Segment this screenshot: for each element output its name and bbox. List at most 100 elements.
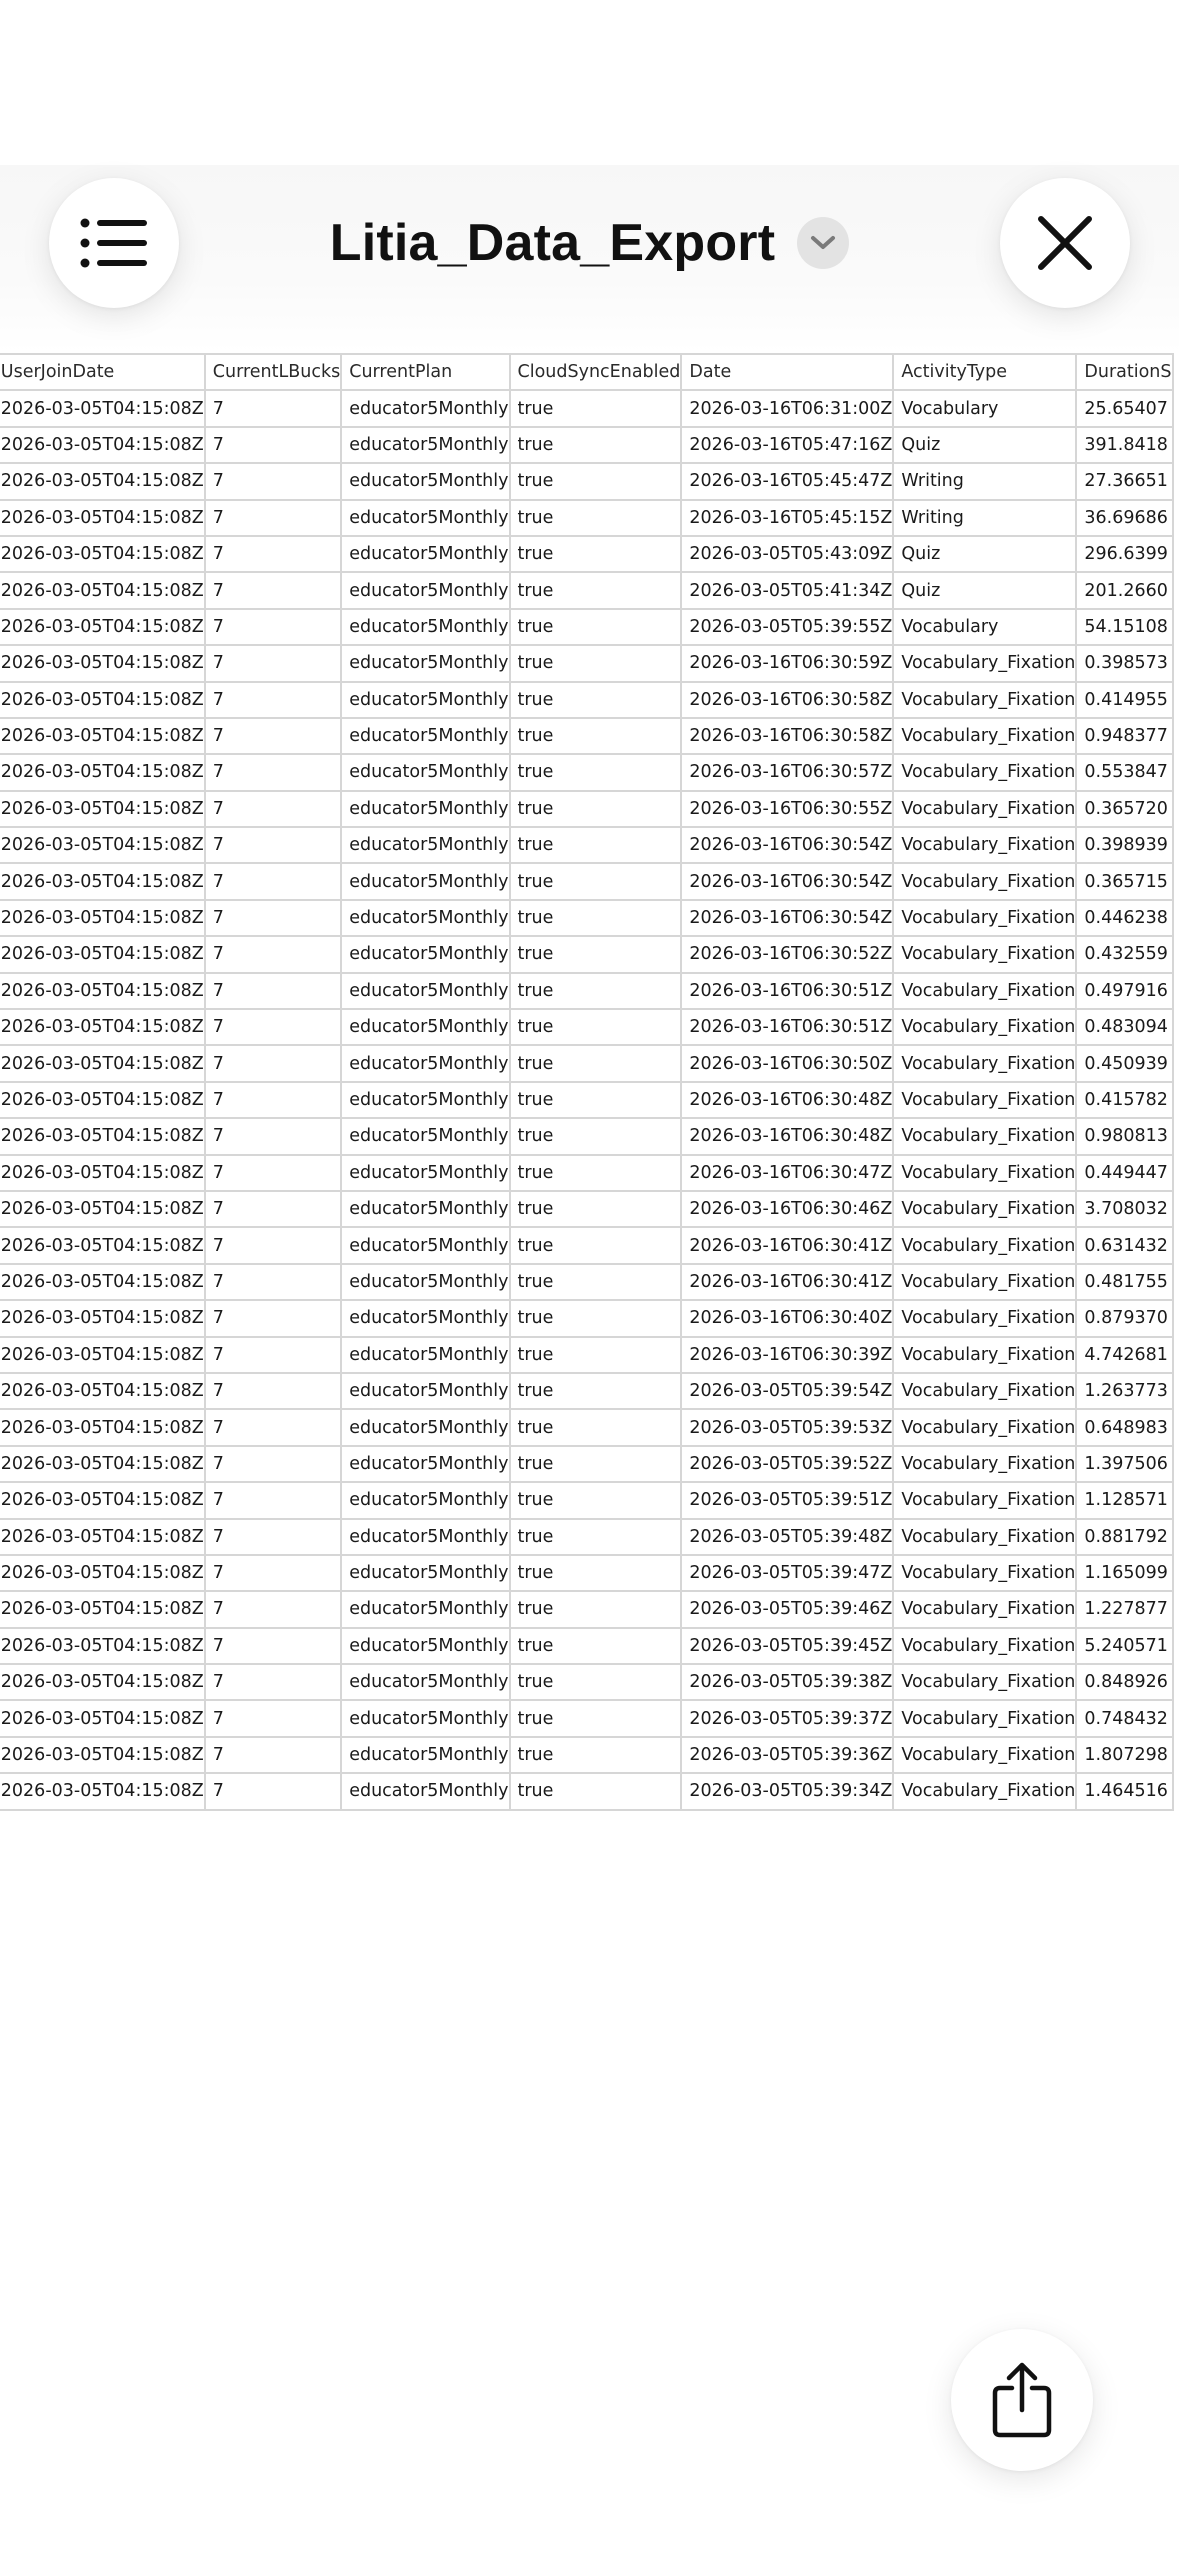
table-cell[interactable]: 2026-03-05T04:15:08Z [0, 826, 206, 865]
table-cell[interactable]: 0.415782 [1075, 1080, 1174, 1120]
table-cell[interactable]: educator5Monthly [340, 1408, 511, 1447]
table-cell[interactable]: 7 [203, 389, 343, 428]
table-cell[interactable]: 2026-03-05T05:39:48Z [680, 1517, 895, 1556]
table-cell[interactable]: 2026-03-05T04:15:08Z [0, 1735, 206, 1775]
table-cell[interactable]: educator5Monthly [340, 935, 511, 974]
table-cell[interactable]: Vocabulary_Fixation [892, 1189, 1078, 1229]
spreadsheet-view[interactable]: e UserJoinDate CurrentLBucks CurrentPlan… [0, 353, 1179, 1967]
table-cell[interactable]: 25.65407 [1075, 389, 1174, 428]
table-cell[interactable]: Vocabulary_Fixation [892, 1663, 1078, 1702]
table-cell[interactable]: 7 [203, 680, 343, 719]
table-cell[interactable]: 2026-03-05T04:15:08Z [0, 534, 206, 574]
table-cell[interactable]: 2026-03-16T06:30:57Z [680, 753, 895, 792]
table-cell[interactable]: educator5Monthly [340, 862, 511, 901]
table-cell[interactable]: 7 [203, 862, 343, 901]
table-cell[interactable]: 7 [203, 1699, 343, 1738]
table-cell[interactable]: 0.398573 [1075, 644, 1174, 683]
table-cell[interactable]: educator5Monthly [340, 425, 511, 465]
table-cell[interactable]: 2026-03-05T05:39:54Z [680, 1371, 895, 1411]
table-cell[interactable]: true [508, 1189, 683, 1229]
table-cell[interactable]: 7 [203, 1590, 343, 1629]
table-cell[interactable]: true [508, 1153, 683, 1192]
table-cell[interactable]: 2026-03-05T04:15:08Z [0, 1626, 206, 1666]
table-cell[interactable]: 0.398939 [1075, 826, 1174, 865]
table-cell[interactable]: 0.879370 [1075, 1299, 1174, 1338]
table-cell[interactable]: 2026-03-05T04:15:08Z [0, 1663, 206, 1702]
table-cell[interactable]: educator5Monthly [340, 389, 511, 428]
table-cell[interactable]: true [508, 1517, 683, 1556]
table-cell[interactable]: true [508, 1299, 683, 1338]
table-cell[interactable]: 7 [203, 462, 343, 501]
table-cell[interactable]: Vocabulary_Fixation [892, 1553, 1078, 1593]
table-cell[interactable]: Vocabulary_Fixation [892, 789, 1078, 829]
table-cell[interactable]: 7 [203, 1008, 343, 1047]
table-cell[interactable]: 0.365720 [1075, 789, 1174, 829]
table-cell[interactable]: Vocabulary_Fixation [892, 1299, 1078, 1338]
table-cell[interactable]: Vocabulary [892, 607, 1078, 647]
table-cell[interactable]: 2026-03-05T05:41:34Z [680, 571, 895, 610]
table-cell[interactable]: educator5Monthly [340, 789, 511, 829]
table-cell[interactable]: Vocabulary_Fixation [892, 1008, 1078, 1047]
table-cell[interactable]: 0.449447 [1075, 1153, 1174, 1192]
table-cell[interactable]: true [508, 862, 683, 901]
table-cell[interactable]: 2026-03-05T05:39:52Z [680, 1444, 895, 1484]
table-cell[interactable]: 2026-03-05T04:15:08Z [0, 425, 206, 465]
table-cell[interactable]: 2026-03-05T04:15:08Z [0, 607, 206, 647]
table-cell[interactable]: 7 [203, 1772, 343, 1811]
table-cell[interactable]: 2026-03-05T04:15:08Z [0, 462, 206, 501]
table-cell[interactable]: true [508, 1481, 683, 1520]
table-cell[interactable]: 2026-03-16T06:30:51Z [680, 971, 895, 1011]
table-cell[interactable]: true [508, 789, 683, 829]
table-cell[interactable]: 7 [203, 1117, 343, 1156]
table-cell[interactable]: 7 [203, 1153, 343, 1192]
table-cell[interactable]: 0.446238 [1075, 898, 1174, 938]
table-cell[interactable]: true [508, 1772, 683, 1811]
table-cell[interactable]: 2026-03-16T06:30:58Z [680, 716, 895, 756]
table-cell[interactable]: Vocabulary_Fixation [892, 753, 1078, 792]
table-cell[interactable]: 7 [203, 1735, 343, 1775]
table-cell[interactable]: true [508, 1262, 683, 1302]
table-cell[interactable]: Vocabulary_Fixation [892, 826, 1078, 865]
table-cell[interactable]: 2026-03-05T05:39:45Z [680, 1626, 895, 1666]
table-cell[interactable]: 2026-03-05T04:15:08Z [0, 753, 206, 792]
table-cell[interactable]: true [508, 607, 683, 647]
table-cell[interactable]: 2026-03-05T04:15:08Z [0, 1189, 206, 1229]
table-cell[interactable]: true [508, 1663, 683, 1702]
table-cell[interactable]: 0.980813 [1075, 1117, 1174, 1156]
table-cell[interactable]: 2026-03-05T04:15:08Z [0, 1481, 206, 1520]
table-cell[interactable]: 296.6399 [1075, 534, 1174, 574]
table-cell[interactable]: Vocabulary [892, 389, 1078, 428]
table-cell[interactable]: educator5Monthly [340, 1553, 511, 1593]
table-cell[interactable]: 2026-03-05T04:15:08Z [0, 1117, 206, 1156]
table-cell[interactable]: 7 [203, 1226, 343, 1265]
table-cell[interactable]: Vocabulary_Fixation [892, 1444, 1078, 1484]
table-cell[interactable]: Vocabulary_Fixation [892, 1080, 1078, 1120]
table-cell[interactable]: 2026-03-05T04:15:08Z [0, 1262, 206, 1302]
table-cell[interactable]: Vocabulary_Fixation [892, 1226, 1078, 1265]
table-cell[interactable]: Vocabulary_Fixation [892, 1117, 1078, 1156]
table-cell[interactable]: 2026-03-16T06:30:40Z [680, 1299, 895, 1338]
table-cell[interactable]: 2026-03-05T05:39:37Z [680, 1699, 895, 1738]
table-cell[interactable]: 2026-03-05T04:15:08Z [0, 644, 206, 683]
table-cell[interactable]: Vocabulary_Fixation [892, 1699, 1078, 1738]
table-cell[interactable]: Vocabulary_Fixation [892, 1735, 1078, 1775]
table-cell[interactable]: 2026-03-16T06:30:51Z [680, 1008, 895, 1047]
table-cell[interactable]: 2026-03-05T04:15:08Z [0, 1772, 206, 1811]
table-cell[interactable]: Vocabulary_Fixation [892, 971, 1078, 1011]
table-cell[interactable]: 2026-03-05T05:39:34Z [680, 1772, 895, 1811]
table-cell[interactable]: 2026-03-16T06:30:47Z [680, 1153, 895, 1192]
table-cell[interactable]: 2026-03-05T05:39:46Z [680, 1590, 895, 1629]
table-cell[interactable]: true [508, 1408, 683, 1447]
table-cell[interactable]: educator5Monthly [340, 1262, 511, 1302]
table-cell[interactable]: Vocabulary_Fixation [892, 1626, 1078, 1666]
table-cell[interactable]: 0.483094 [1075, 1008, 1174, 1047]
table-cell[interactable]: 2026-03-16T06:30:39Z [680, 1335, 895, 1374]
table-cell[interactable]: 0.631432 [1075, 1226, 1174, 1265]
table-cell[interactable]: 2026-03-16T06:30:52Z [680, 935, 895, 974]
table-cell[interactable]: 1.128571 [1075, 1481, 1174, 1520]
table-cell[interactable]: Vocabulary_Fixation [892, 1408, 1078, 1447]
table-cell[interactable]: 0.948377 [1075, 716, 1174, 756]
table-cell[interactable]: 7 [203, 898, 343, 938]
table-cell[interactable]: true [508, 1044, 683, 1083]
table-cell[interactable]: educator5Monthly [340, 607, 511, 647]
